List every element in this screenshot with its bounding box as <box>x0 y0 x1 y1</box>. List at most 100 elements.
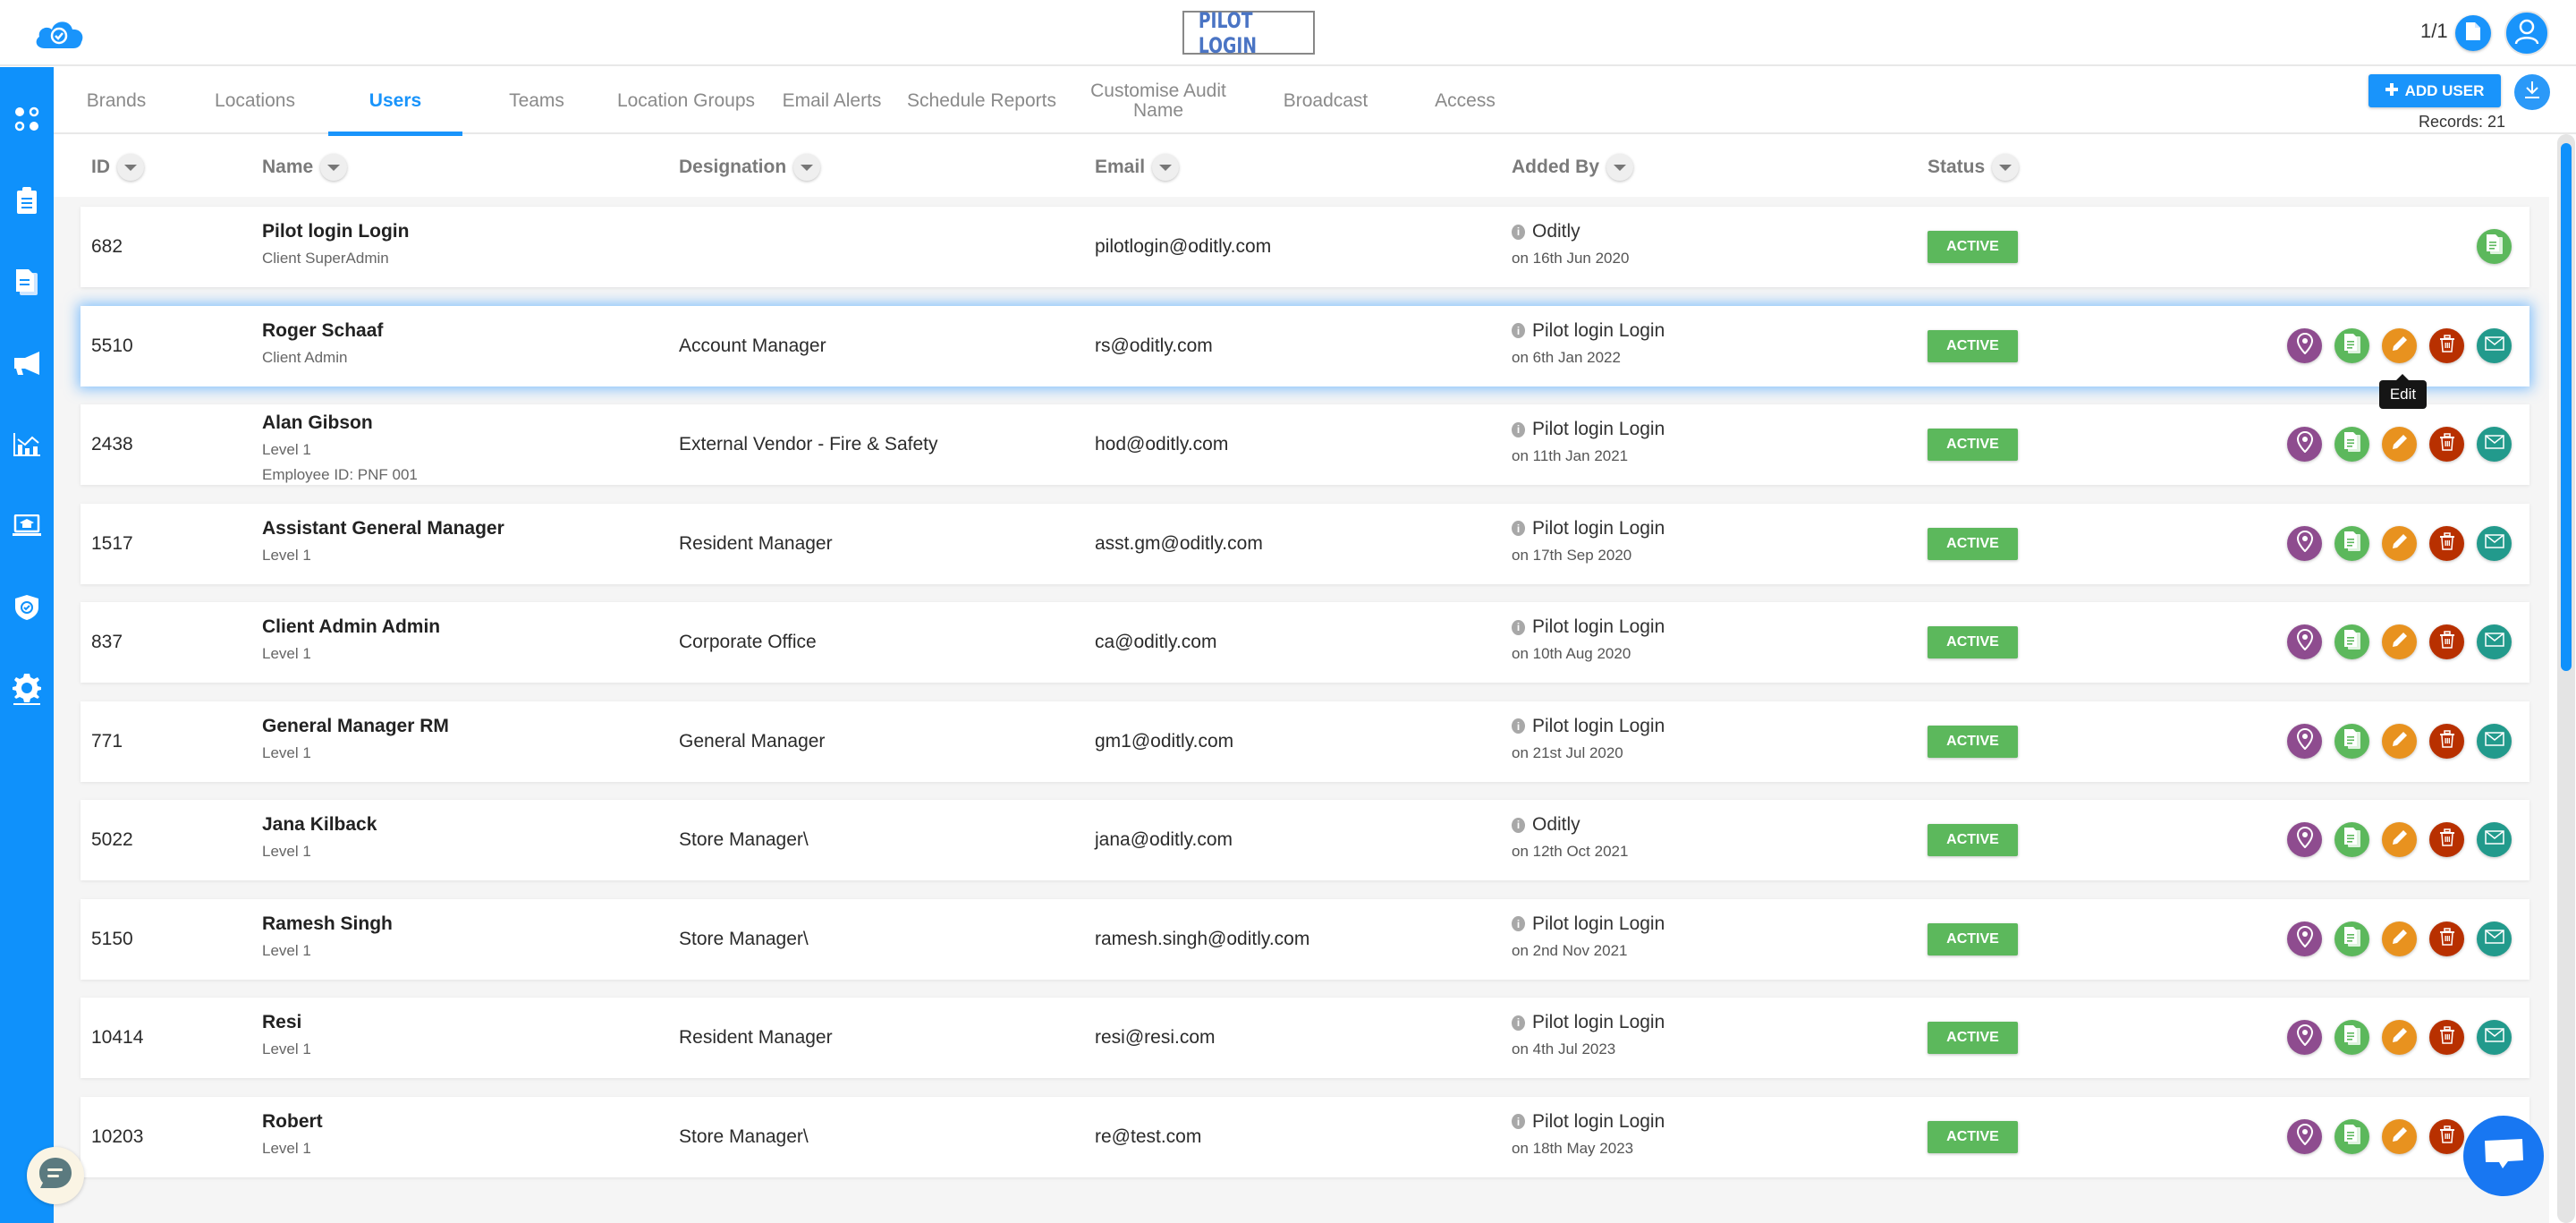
email-user-button[interactable] <box>2477 327 2512 363</box>
table-row[interactable]: 5150 Ramesh Singh Level 1 Store Manager\… <box>80 898 2529 980</box>
table-row[interactable]: 5510 Roger Schaaf Client Admin Account M… <box>80 305 2529 386</box>
add-user-button[interactable]: ADD USER <box>2368 74 2501 107</box>
email-user-button[interactable] <box>2477 921 2512 956</box>
edit-user-button[interactable] <box>2382 723 2417 759</box>
tab-location-groups[interactable]: Location Groups <box>601 67 771 134</box>
sort-dropdown-icon[interactable] <box>1152 154 1180 181</box>
sort-dropdown-icon[interactable] <box>1992 154 2020 181</box>
tab-access[interactable]: Access <box>1420 67 1510 134</box>
table-row[interactable]: 771 General Manager RM Level 1 General M… <box>80 701 2529 782</box>
info-icon[interactable]: i <box>1512 1015 1525 1031</box>
sidebar-item-reports[interactable] <box>9 266 45 302</box>
documents-button[interactable] <box>2334 624 2369 659</box>
documents-button[interactable] <box>2334 427 2369 462</box>
tab-broadcast[interactable]: Broadcast <box>1272 67 1379 134</box>
info-icon[interactable]: i <box>1512 521 1525 536</box>
info-icon[interactable]: i <box>1512 718 1525 734</box>
sort-dropdown-icon[interactable] <box>1606 154 1634 181</box>
table-row[interactable]: 10203 Robert Level 1 Store Manager\ re@t… <box>80 1096 2529 1177</box>
delete-user-button[interactable] <box>2429 327 2464 363</box>
user-name[interactable]: General Manager RM <box>262 716 449 737</box>
feedback-chat-button[interactable] <box>27 1147 84 1204</box>
live-chat-button[interactable] <box>2463 1116 2544 1196</box>
delete-user-button[interactable] <box>2429 723 2464 759</box>
assign-location-button[interactable] <box>2287 427 2322 462</box>
email-user-button[interactable] <box>2477 1020 2512 1055</box>
info-icon[interactable]: i <box>1512 1114 1525 1129</box>
info-icon[interactable]: i <box>1512 323 1525 338</box>
assign-location-button[interactable] <box>2287 921 2322 956</box>
oditly-cloud-logo-icon[interactable] <box>32 16 86 50</box>
documents-button[interactable] <box>2334 723 2369 759</box>
vertical-scrollbar[interactable] <box>2557 134 2575 1223</box>
email-user-button[interactable] <box>2477 624 2512 659</box>
assign-location-button[interactable] <box>2287 624 2322 659</box>
email-user-button[interactable] <box>2477 723 2512 759</box>
user-name[interactable]: Assistant General Manager <box>262 518 504 539</box>
edit-user-button[interactable] <box>2382 327 2417 363</box>
sort-dropdown-icon[interactable] <box>320 154 348 181</box>
info-icon[interactable]: i <box>1512 619 1525 635</box>
email-user-button[interactable] <box>2477 525 2512 561</box>
assign-location-button[interactable] <box>2287 1020 2322 1055</box>
user-name[interactable]: Pilot login Login <box>262 221 409 242</box>
tab-locations[interactable]: Locations <box>197 67 313 134</box>
documents-button[interactable] <box>2334 921 2369 956</box>
sidebar-item-training[interactable] <box>9 510 45 546</box>
sidebar-item-dashboard[interactable] <box>9 103 45 139</box>
edit-user-button[interactable] <box>2382 822 2417 857</box>
sort-dropdown-icon[interactable] <box>793 154 821 181</box>
tab-users[interactable]: Users <box>328 67 462 136</box>
table-row[interactable]: 1517 Assistant General Manager Level 1 R… <box>80 503 2529 584</box>
sidebar-item-analytics[interactable] <box>9 429 45 464</box>
tab-email-alerts[interactable]: Email Alerts <box>765 67 899 134</box>
scrollbar-thumb[interactable] <box>2561 143 2572 671</box>
table-row[interactable]: 5022 Jana Kilback Level 1 Store Manager\… <box>80 800 2529 880</box>
assign-location-button[interactable] <box>2287 327 2322 363</box>
documents-button[interactable] <box>2334 327 2369 363</box>
user-name[interactable]: Robert <box>262 1111 323 1133</box>
delete-user-button[interactable] <box>2429 1118 2464 1154</box>
assign-location-button[interactable] <box>2287 1118 2322 1154</box>
tab-brands[interactable]: Brands <box>72 67 161 134</box>
user-name[interactable]: Client Admin Admin <box>262 616 440 638</box>
table-row[interactable]: 837 Client Admin Admin Level 1 Corporate… <box>80 602 2529 683</box>
tab-customise-audit-name[interactable]: Customise Audit Name <box>1082 67 1234 134</box>
edit-user-button[interactable] <box>2382 624 2417 659</box>
tab-schedule-reports[interactable]: Schedule Reports <box>894 67 1069 134</box>
info-icon[interactable]: i <box>1512 817 1525 833</box>
email-user-button[interactable] <box>2477 822 2512 857</box>
edit-user-button[interactable] <box>2382 1020 2417 1055</box>
sidebar-item-compliance[interactable] <box>9 591 45 627</box>
sidebar-item-settings[interactable] <box>9 673 45 709</box>
assign-location-button[interactable] <box>2287 723 2322 759</box>
documents-button[interactable] <box>2334 525 2369 561</box>
user-name[interactable]: Ramesh Singh <box>262 913 393 935</box>
documents-button[interactable] <box>2477 229 2512 264</box>
user-name[interactable]: Alan Gibson <box>262 412 418 434</box>
edit-user-button[interactable] <box>2382 427 2417 462</box>
delete-user-button[interactable] <box>2429 921 2464 956</box>
info-icon[interactable]: i <box>1512 421 1525 437</box>
table-row[interactable]: 2438 Alan Gibson Level 1 Employee ID: PN… <box>80 404 2529 485</box>
email-user-button[interactable] <box>2477 427 2512 462</box>
edit-user-button[interactable] <box>2382 1118 2417 1154</box>
documents-button[interactable] <box>2334 1020 2369 1055</box>
delete-user-button[interactable] <box>2429 822 2464 857</box>
assign-location-button[interactable] <box>2287 822 2322 857</box>
user-name[interactable]: Resi <box>262 1012 311 1033</box>
user-name[interactable]: Jana Kilback <box>262 814 377 836</box>
edit-user-button[interactable] <box>2382 921 2417 956</box>
documents-button[interactable] <box>2334 822 2369 857</box>
sort-dropdown-icon[interactable] <box>117 154 144 181</box>
sidebar-item-broadcast[interactable] <box>9 347 45 383</box>
table-row[interactable]: 682 Pilot login Login Client SuperAdmin … <box>80 207 2529 287</box>
documents-button[interactable] <box>2455 15 2491 51</box>
edit-user-button[interactable] <box>2382 525 2417 561</box>
user-avatar-button[interactable] <box>2504 11 2549 55</box>
delete-user-button[interactable] <box>2429 1020 2464 1055</box>
table-row[interactable]: 10414 Resi Level 1 Resident Manager resi… <box>80 998 2529 1078</box>
info-icon[interactable]: i <box>1512 916 1525 931</box>
tab-teams[interactable]: Teams <box>492 67 581 134</box>
download-button[interactable] <box>2514 74 2550 110</box>
